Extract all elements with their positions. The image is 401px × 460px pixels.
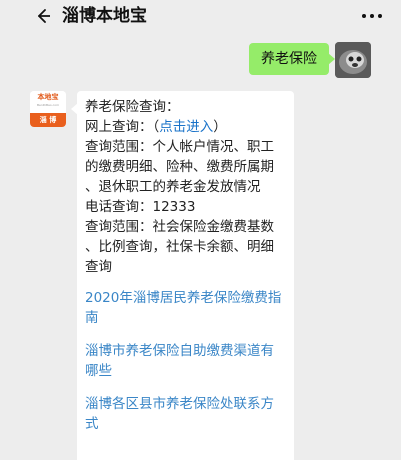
click-enter-link[interactable]: 点击进入 <box>159 119 213 135</box>
bot-avatar-city: 淄 博 <box>30 113 66 127</box>
message-line-online-query: 网上查询：（点击进入） <box>85 119 227 135</box>
message-line: 查询范围：个人帐户情况、职工 <box>85 139 274 155</box>
article-link-text: 2020年淄博居民养老保险缴费指 <box>85 290 282 306</box>
back-arrow-icon[interactable] <box>36 9 50 23</box>
article-link-1[interactable]: 淄博市养老保险自助缴费渠道有 哪些 <box>85 341 288 381</box>
message-line: 的缴费明细、险种、缴费所属期 <box>85 159 274 175</box>
bot-avatar-logo-text: 本地宝 <box>30 91 66 113</box>
message-line: 、退休职工的养老金发放情况 <box>85 179 261 195</box>
user-avatar-image <box>335 42 371 78</box>
message-line: 电话查询：12333 <box>85 199 196 215</box>
more-dots-icon[interactable] <box>361 10 383 22</box>
article-link-text: 式 <box>85 416 99 432</box>
message-line: 、比例查询，社保卡余额、明细 <box>85 239 274 255</box>
article-link-text: 淄博各区县市养老保险处联系方 <box>85 396 274 412</box>
outgoing-message-bubble[interactable]: 养老保险 <box>249 43 335 75</box>
message-line: 查询范围：社会保险金缴费基数 <box>85 219 274 235</box>
article-link-text: 南 <box>85 310 99 326</box>
chat-title: 淄博本地宝 <box>62 6 147 26</box>
article-link-0[interactable]: 2020年淄博居民养老保险缴费指 南 <box>85 288 288 328</box>
message-line: 养老保险查询： <box>85 99 180 115</box>
bot-avatar[interactable]: 本地宝 BenDiBao.com 淄 博 <box>30 91 66 127</box>
top-bar: 淄博本地宝 <box>0 0 401 34</box>
outgoing-message-text: 养老保险 <box>261 51 317 67</box>
incoming-message-bubble: 养老保险查询： 网上查询：（点击进入） 查询范围：个人帐户情况、职工 的缴费明细… <box>71 91 294 460</box>
article-link-text: 淄博市养老保险自助缴费渠道有 <box>85 343 274 359</box>
bot-avatar-logo-sub: BenDiBao.com <box>37 103 59 107</box>
message-line: 查询 <box>85 259 112 275</box>
user-avatar[interactable] <box>335 42 371 78</box>
article-link-2[interactable]: 淄博各区县市养老保险处联系方 式 <box>85 394 288 434</box>
article-link-text: 哪些 <box>85 363 112 379</box>
